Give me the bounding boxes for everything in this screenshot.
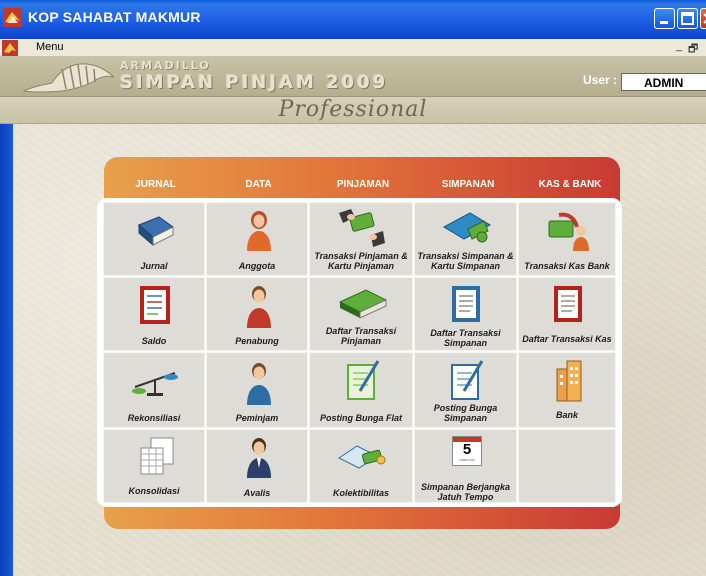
menu-tile-konsolidasi[interactable]: Konsolidasi: [103, 429, 205, 503]
tile-label: Bank: [555, 410, 578, 420]
tile-label: Konsolidasi: [128, 486, 180, 496]
tile-label: Saldo: [141, 336, 167, 346]
minimize-button[interactable]: [654, 8, 675, 29]
scale-icon: [132, 372, 178, 396]
menu-tile-transaksi-simpanan[interactable]: Transaksi Simpanan & Kartu Simpanan: [414, 202, 517, 276]
mdi-minimize-button[interactable]: _: [676, 40, 682, 52]
tile-label: Penabung: [235, 336, 279, 346]
tile-label: Transaksi Pinjaman & Kartu Pinjaman: [314, 251, 408, 271]
calendar-month: FEBRUARI: [459, 458, 475, 462]
person-suit-icon: [247, 438, 271, 478]
maximize-icon: [681, 12, 694, 25]
menu-tile-daftar-transaksi-kas[interactable]: Daftar Transaksi Kas: [518, 277, 616, 351]
clipboard-money-icon: [338, 445, 386, 469]
document-list-icon: [452, 286, 480, 322]
calendar-icon: 5 FEBRUARI: [452, 436, 482, 466]
tile-label: Simpanan Berjangka Jatuh Tempo: [420, 482, 511, 502]
spreadsheet-icon: [140, 437, 174, 475]
menu-tile-daftar-transaksi-pinjaman[interactable]: Daftar Transaksi Pinjaman: [309, 277, 413, 351]
category-jurnal: JURNAL: [135, 179, 176, 190]
menu-item-menu[interactable]: Menu: [36, 41, 64, 53]
window-left-frame: [0, 124, 13, 576]
menu-tile-posting-bunga-flat[interactable]: Posting Bunga Flat: [309, 352, 413, 428]
menu-tile-jurnal[interactable]: Jurnal: [103, 202, 205, 276]
close-button[interactable]: [700, 8, 706, 29]
checklist-icon: [347, 360, 380, 400]
tile-label: Transaksi Simpanan & Kartu Simpanan: [417, 251, 514, 271]
tile-label: Daftar Transaksi Simpanan: [430, 328, 501, 348]
bank-building-icon: [556, 360, 582, 402]
tile-label: Posting Bunga Simpanan: [433, 403, 498, 423]
document-list-red-icon: [554, 286, 582, 322]
window-title: KOP SAHABAT MAKMUR: [28, 9, 201, 25]
tile-label: Daftar Transaksi Pinjaman: [325, 326, 397, 346]
category-kas-bank: KAS & BANK: [538, 179, 602, 190]
edition-label: Professional: [278, 97, 428, 122]
app-header: ARMADILLO SIMPAN PINJAM 2009 User : ADMI…: [0, 57, 706, 97]
person-male-icon: [247, 286, 271, 328]
menu-tile-rekonsiliasi[interactable]: Rekonsiliasi: [103, 352, 205, 428]
close-icon: [703, 13, 706, 24]
armadillo-logo-icon: [22, 63, 115, 93]
tile-label: Anggota: [238, 261, 276, 271]
book-icon: [138, 216, 174, 247]
brand-title: SIMPAN PINJAM 2009: [120, 72, 389, 93]
person-male-icon: [247, 363, 271, 405]
menubar: Menu _ 🗗: [0, 39, 706, 57]
tile-label: Daftar Transaksi Kas: [522, 334, 612, 344]
brand-subtitle: ARMADILLO: [120, 59, 211, 72]
menu-tile-anggota[interactable]: Anggota: [206, 202, 308, 276]
maximize-button[interactable]: [677, 8, 698, 29]
checklist-blue-icon: [451, 360, 484, 400]
menu-tile-peminjam[interactable]: Peminjam: [206, 352, 308, 428]
category-data: DATA: [245, 179, 272, 190]
menu-tile-kolektibilitas[interactable]: Kolektibilitas: [309, 429, 413, 503]
cash-bank-icon: [548, 212, 589, 251]
menu-tile-transaksi-kas-bank[interactable]: Transaksi Kas Bank: [518, 202, 616, 276]
menu-app-icon[interactable]: [2, 40, 18, 56]
minimize-icon: [660, 21, 668, 24]
menu-tile-penabung[interactable]: Penabung: [206, 277, 308, 351]
person-female-icon: [247, 211, 271, 251]
edition-banner: Professional: [0, 97, 706, 124]
tile-label: Jurnal: [140, 261, 168, 271]
window-titlebar[interactable]: KOP SAHABAT MAKMUR: [0, 0, 706, 39]
money-handover-icon: [339, 209, 385, 247]
user-field: ADMIN: [621, 73, 706, 91]
tile-label: Transaksi Kas Bank: [524, 261, 610, 271]
category-pinjaman: PINJAMAN: [336, 179, 390, 190]
user-label: User :: [583, 73, 618, 87]
menu-tile-daftar-transaksi-simpanan[interactable]: Daftar Transaksi Simpanan: [414, 277, 517, 351]
menu-tile-avalis[interactable]: Avalis: [206, 429, 308, 503]
menu-grid: Jurnal Anggota Transaksi Pinjaman & Kart…: [97, 198, 622, 507]
tile-label: Posting Bunga Flat: [320, 413, 402, 423]
menu-tile-simpanan-berjangka[interactable]: 5 FEBRUARI Simpanan Berjangka Jatuh Temp…: [414, 429, 517, 503]
menu-tile-empty: [518, 429, 616, 503]
menu-tile-transaksi-pinjaman[interactable]: Transaksi Pinjaman & Kartu Pinjaman: [309, 202, 413, 276]
menu-tile-posting-bunga-simpanan[interactable]: Posting Bunga Simpanan: [414, 352, 517, 428]
category-simpanan: SIMPANAN: [441, 179, 495, 190]
tile-label: Kolektibilitas: [332, 488, 389, 498]
menu-tile-bank[interactable]: Bank: [518, 352, 616, 428]
tile-label: Avalis: [243, 488, 271, 498]
app-icon: [3, 8, 22, 27]
calendar-day: 5: [462, 441, 472, 458]
savings-icon: [442, 212, 492, 243]
menu-tile-saldo[interactable]: Saldo: [103, 277, 205, 351]
tile-label: Peminjam: [235, 413, 279, 423]
ledger-icon: [140, 286, 170, 324]
tile-label: Rekonsiliasi: [127, 413, 181, 423]
stacked-books-icon: [338, 289, 388, 319]
